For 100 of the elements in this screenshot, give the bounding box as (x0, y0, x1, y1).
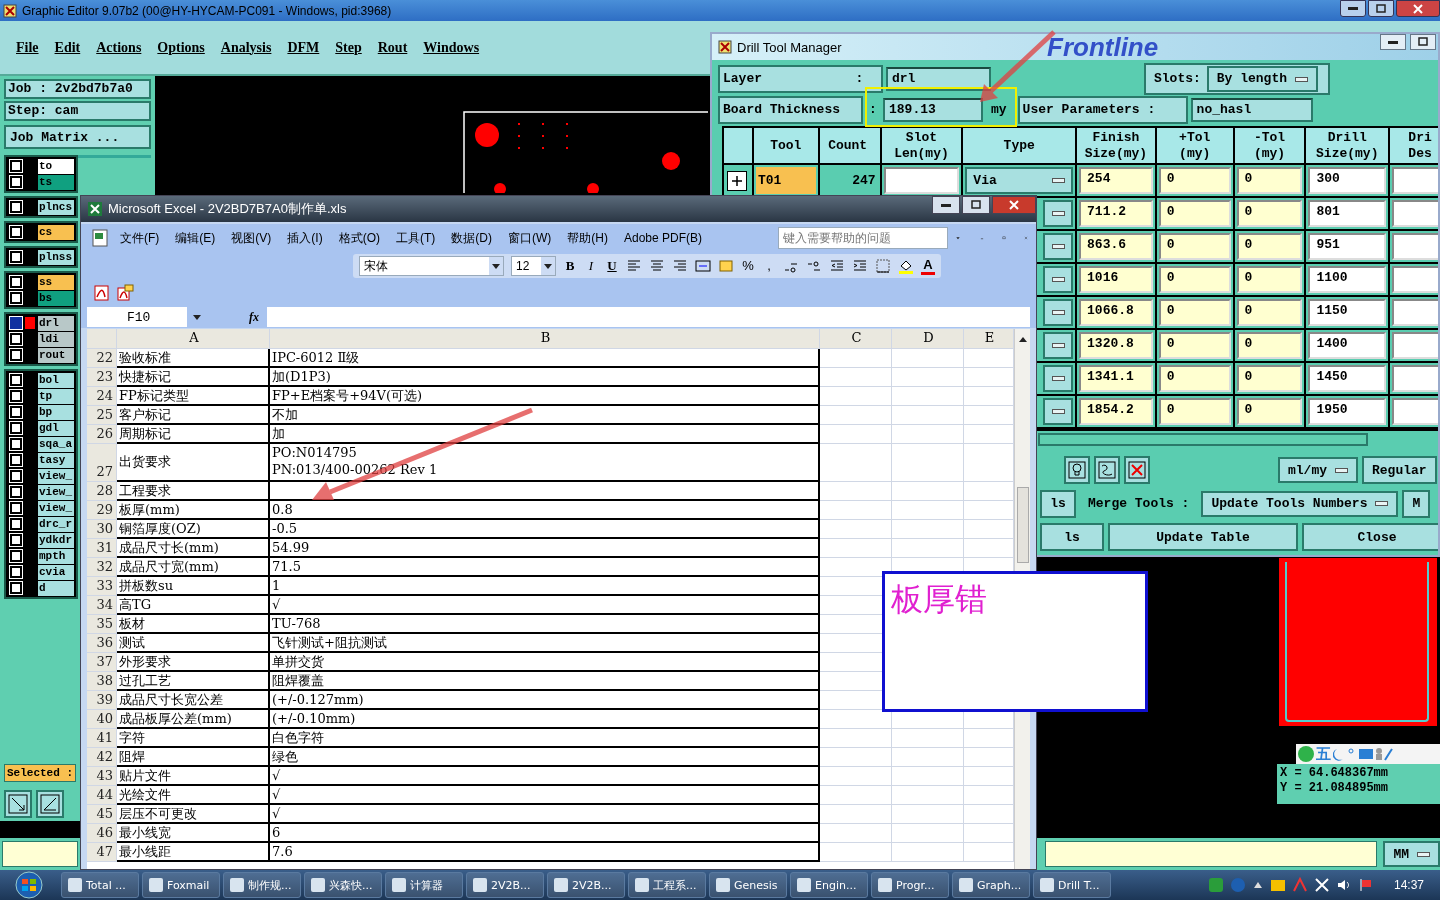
percent-style-button[interactable]: % (741, 257, 755, 275)
menu-item[interactable]: Step (327, 39, 370, 56)
column-header[interactable]: C (820, 329, 892, 349)
taskbar-button[interactable]: Progr... (871, 872, 949, 898)
measure-icon[interactable] (36, 790, 64, 818)
delete-icon[interactable] (1124, 456, 1150, 485)
layer-name[interactable]: ldi (38, 331, 74, 347)
row-header[interactable]: 35 (87, 615, 117, 634)
layer-name[interactable]: ydkdr (38, 532, 74, 548)
minus-tolerance-field[interactable]: 0 (1236, 265, 1303, 293)
layer-field[interactable]: drl (886, 67, 991, 91)
layer-checkbox[interactable] (10, 406, 22, 418)
menu-item[interactable]: 格式(O) (331, 229, 387, 247)
type-dropdown[interactable] (1043, 232, 1074, 260)
menu-item[interactable]: 帮助(H) (560, 229, 615, 247)
menu-item[interactable]: 窗口(W) (501, 229, 559, 247)
plus-tolerance-field[interactable]: 0 (1158, 199, 1231, 227)
pdf-comment-icon[interactable] (116, 284, 134, 302)
layer-checkbox[interactable] (10, 292, 22, 304)
row-header[interactable]: 23 (87, 368, 117, 387)
finish-size-field[interactable]: 1341.1 (1079, 364, 1153, 392)
layer-checkbox[interactable] (10, 566, 22, 578)
bold-button[interactable]: B (563, 257, 577, 275)
minimize-button[interactable] (1380, 34, 1406, 50)
layer-checkbox[interactable] (10, 333, 22, 345)
font-color-button[interactable]: A (921, 257, 935, 275)
layer-name[interactable]: tp (38, 388, 74, 404)
merge-center-icon[interactable] (695, 258, 711, 274)
layer-name[interactable]: plncs (38, 199, 74, 215)
align-right-icon[interactable] (672, 258, 688, 274)
finish-size-field[interactable]: 1066.8 (1079, 298, 1153, 326)
maximize-button[interactable] (1368, 0, 1394, 17)
layer-checkbox[interactable] (10, 422, 22, 434)
menu-item[interactable]: 视图(V) (224, 229, 279, 247)
row-header[interactable]: 33 (87, 577, 117, 596)
taskbar-button[interactable]: Drill T... (1033, 872, 1111, 898)
layer-name[interactable]: rout (38, 347, 74, 363)
layer-name[interactable]: to (38, 158, 74, 174)
plus-tolerance-field[interactable]: 0 (1158, 232, 1231, 260)
update-table-button[interactable]: Update Table (1108, 523, 1298, 552)
pdf-icon[interactable] (93, 284, 111, 302)
drill-size-field[interactable]: 1450 (1308, 364, 1387, 392)
layer-checkbox[interactable] (10, 374, 22, 386)
type-dropdown[interactable] (1043, 199, 1074, 227)
app-tray-icon[interactable] (1207, 877, 1224, 893)
start-button[interactable] (12, 871, 46, 899)
row-header[interactable]: 39 (87, 691, 117, 710)
mode-button[interactable]: Regular (1362, 456, 1437, 485)
cross-icon[interactable] (1313, 877, 1330, 893)
layer-name[interactable]: cvia (38, 564, 74, 580)
drill-size-field[interactable]: 801 (1308, 199, 1387, 227)
increase-indent-icon[interactable] (852, 258, 868, 274)
bulb-icon[interactable] (1064, 456, 1090, 485)
plus-tolerance-field[interactable]: 0 (1158, 265, 1231, 293)
description-field[interactable] (1392, 166, 1438, 194)
minus-tolerance-field[interactable]: 0 (1236, 331, 1303, 359)
align-left-icon[interactable] (626, 258, 642, 274)
row-header[interactable]: 22 (87, 349, 117, 368)
layer-checkbox[interactable] (10, 550, 22, 562)
description-field[interactable] (1392, 199, 1438, 227)
layer-checkbox[interactable] (10, 534, 22, 546)
row-header[interactable]: 42 (87, 748, 117, 767)
drill-size-field[interactable]: 1400 (1308, 331, 1387, 359)
type-dropdown[interactable] (1043, 298, 1074, 326)
layer-checkbox[interactable] (10, 160, 22, 172)
layer-checkbox[interactable] (10, 276, 22, 288)
row-header[interactable]: 30 (87, 520, 117, 539)
slot-length-field[interactable] (883, 166, 960, 194)
description-field[interactable] (1392, 331, 1438, 359)
type-dropdown[interactable] (1043, 331, 1074, 359)
row-header[interactable]: 43 (87, 767, 117, 786)
underline-button[interactable]: U (605, 257, 619, 275)
close-button[interactable] (992, 196, 1036, 214)
menu-item[interactable]: Rout (369, 39, 416, 56)
layer-checkbox[interactable] (10, 390, 22, 402)
drill-size-field[interactable]: 1150 (1308, 298, 1387, 326)
decrease-indent-icon[interactable] (829, 258, 845, 274)
tools-button[interactable]: ls (1040, 489, 1076, 518)
formula-field[interactable] (267, 307, 1030, 327)
menu-item[interactable]: File (8, 39, 47, 56)
row-header[interactable]: 47 (87, 843, 117, 862)
curve-icon[interactable] (1094, 456, 1120, 485)
taskbar-button[interactable]: 制作规... (223, 872, 301, 898)
taskbar-button[interactable]: 计算器 (385, 872, 463, 898)
minimize-button[interactable] (932, 196, 960, 214)
row-header[interactable]: 38 (87, 672, 117, 691)
align-center-icon[interactable] (649, 258, 665, 274)
taskbar-button[interactable]: Graph... (952, 872, 1030, 898)
job-matrix-button[interactable]: Job Matrix ... (4, 125, 151, 149)
minus-tolerance-field[interactable]: 0 (1236, 199, 1303, 227)
menu-item[interactable]: 编辑(E) (168, 229, 223, 247)
column-header[interactable]: B (270, 329, 820, 349)
volume-icon[interactable] (1335, 877, 1352, 893)
board-thickness-field[interactable]: 189.13 (883, 97, 983, 122)
row-header[interactable]: 40 (87, 710, 117, 729)
layer-name[interactable]: d (38, 580, 74, 596)
tools-button[interactable]: ls (1040, 523, 1104, 552)
layer-name[interactable]: drc_r (38, 516, 74, 532)
taskbar-button[interactable]: Engin... (790, 872, 868, 898)
layer-name[interactable]: view_ (38, 484, 74, 500)
